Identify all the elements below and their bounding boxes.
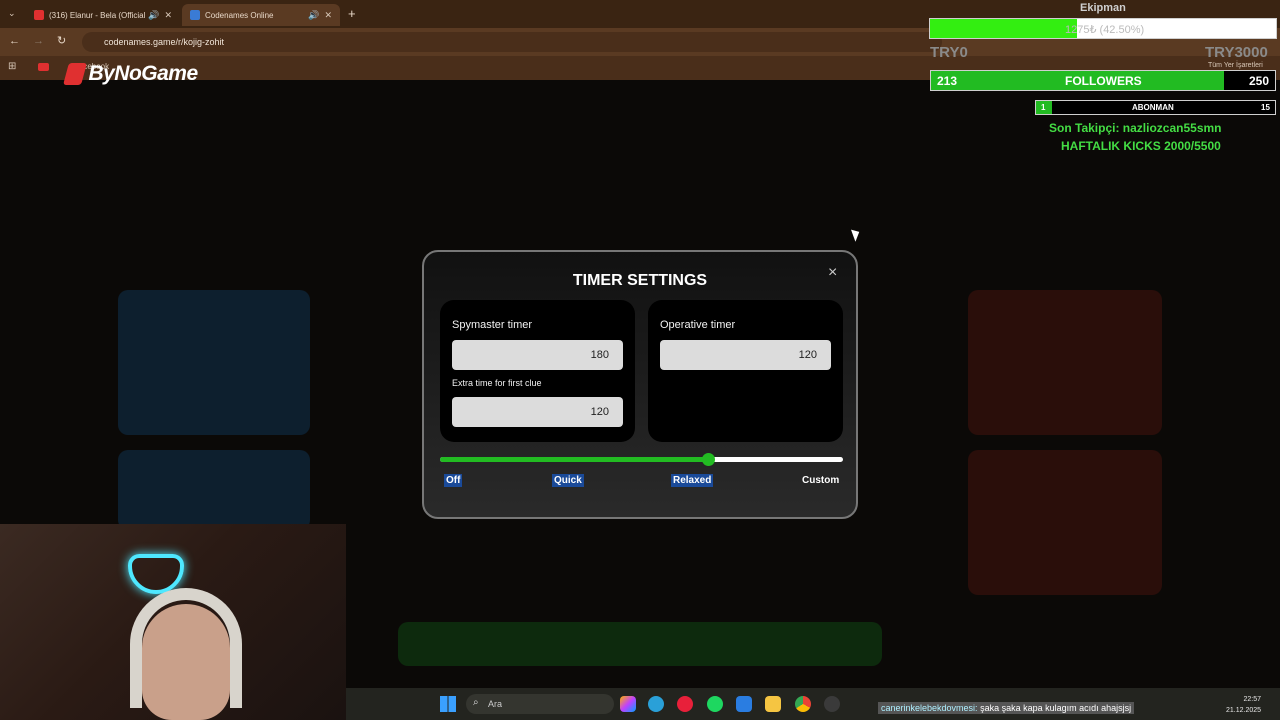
logo-mark-icon xyxy=(63,63,87,85)
streamer-face xyxy=(142,604,230,720)
operative-timer-label: Operative timer xyxy=(660,319,736,331)
timer-settings-modal: TIMER SETTINGS × Spymaster timer 180 Ext… xyxy=(422,250,858,519)
operative-card: Operative timer 120 xyxy=(648,300,843,442)
preset-off[interactable]: Off xyxy=(444,474,463,487)
system-clock[interactable]: 22:57 21.12.2025 xyxy=(1226,694,1261,716)
apps-icon[interactable]: ⊞ xyxy=(8,61,16,72)
goal-progress-fill xyxy=(930,19,1078,38)
red-team-panel xyxy=(968,290,1162,435)
all-bookmarks[interactable]: Tüm Yer İşaretleri xyxy=(1208,62,1263,69)
goal-progress-text: 1275₺ (42.50%) xyxy=(1065,24,1145,36)
start-game-button xyxy=(398,622,882,666)
close-icon[interactable]: × xyxy=(828,264,837,282)
chrome-icon[interactable] xyxy=(795,696,811,712)
red-team-panel-2 xyxy=(968,450,1162,595)
youtube-icon xyxy=(34,10,44,20)
blue-team-panel-2 xyxy=(118,450,310,530)
subs-current: 1 xyxy=(1041,103,1046,112)
codenames-icon xyxy=(190,10,200,20)
followers-bar: 213 FOLLOWERS 250 xyxy=(930,70,1276,91)
tab-title: Codenames Online xyxy=(205,10,274,20)
followers-target: 250 xyxy=(1249,74,1270,88)
goal-min: TRY0 xyxy=(930,44,968,61)
taskbar-search[interactable]: ⌕ Ara xyxy=(466,694,614,714)
store-icon[interactable] xyxy=(736,696,752,712)
tab-codenames[interactable]: Codenames Online 🔊 ✕ xyxy=(182,4,340,26)
clock-date: 21.12.2025 xyxy=(1226,707,1262,714)
preset-custom[interactable]: Custom xyxy=(800,474,841,487)
new-tab-button[interactable]: + xyxy=(348,6,356,21)
operative-timer-input[interactable]: 120 xyxy=(660,340,831,370)
copilot-icon[interactable] xyxy=(620,696,636,712)
last-follower: Son Takipçi: nazliozcan55smn xyxy=(1049,121,1222,135)
goal-progress-bar: 1275₺ (42.50%) xyxy=(929,18,1277,39)
spotify-icon[interactable] xyxy=(707,696,723,712)
subs-target: 15 xyxy=(1261,103,1270,112)
search-icon: ⌕ xyxy=(473,697,479,708)
modal-title: TIMER SETTINGS xyxy=(572,272,708,289)
chat-username: canerinkelebekdovmesi: xyxy=(881,703,978,713)
logo-text: ByNoGame xyxy=(88,62,198,85)
webcam-feed xyxy=(0,524,346,720)
sponsor-logo: ByNoGame xyxy=(63,62,198,86)
file-explorer-icon[interactable] xyxy=(765,696,781,712)
spymaster-timer-label: Spymaster timer xyxy=(452,319,533,331)
tab-menu-icon[interactable]: ⌄ xyxy=(8,8,16,19)
tab-title: (316) Elanur - Bela (Official xyxy=(49,10,146,20)
preset-relaxed[interactable]: Relaxed xyxy=(671,474,714,487)
address-bar[interactable]: codenames.game/r/kojig-zohit xyxy=(82,32,942,52)
chat-message: canerinkelebekdovmesi: şaka şaka kapa ku… xyxy=(878,702,1135,714)
tab-close-icon[interactable]: 🔊 ✕ xyxy=(148,10,172,21)
media-player-icon[interactable] xyxy=(677,696,693,712)
search-placeholder: Ara xyxy=(488,699,503,709)
goal-title: Ekipman xyxy=(1080,2,1126,14)
obs-icon[interactable] xyxy=(824,696,840,712)
start-button-icon[interactable] xyxy=(440,696,456,712)
followers-label: FOLLOWERS xyxy=(1065,74,1142,88)
slider-thumb[interactable] xyxy=(701,453,715,466)
chat-text: şaka şaka kapa kulagım acıdı ahajsjsj xyxy=(980,703,1132,713)
timer-preset-slider[interactable] xyxy=(440,453,843,466)
subs-label: ABONMAN xyxy=(1132,103,1174,112)
back-icon[interactable]: ← xyxy=(9,35,20,47)
youtube-bookmark-icon[interactable] xyxy=(38,63,49,71)
spymaster-timer-input[interactable]: 180 xyxy=(452,340,623,370)
preset-quick[interactable]: Quick xyxy=(552,474,584,487)
edge-icon[interactable] xyxy=(648,696,664,712)
subs-bar: 1 ABONMAN 15 xyxy=(1035,100,1276,115)
forward-icon[interactable]: → xyxy=(33,35,44,47)
tab-close-icon[interactable]: 🔊 ✕ xyxy=(308,10,332,21)
blue-team-panel xyxy=(118,290,310,435)
extra-time-label: Extra time for first clue xyxy=(452,378,542,388)
weekly-kicks: HAFTALIK KICKS 2000/5500 xyxy=(1061,139,1221,153)
followers-current: 213 xyxy=(937,74,958,88)
extra-time-input[interactable]: 120 xyxy=(452,397,623,427)
goal-max: TRY3000 xyxy=(1205,44,1268,61)
slider-fill xyxy=(440,457,708,462)
tab-youtube[interactable]: (316) Elanur - Bela (Official 🔊 ✕ xyxy=(26,4,180,26)
reload-icon[interactable]: ↻ xyxy=(57,34,66,47)
clock-time: 22:57 xyxy=(1243,696,1262,703)
spymaster-card: Spymaster timer 180 Extra time for first… xyxy=(440,300,635,442)
